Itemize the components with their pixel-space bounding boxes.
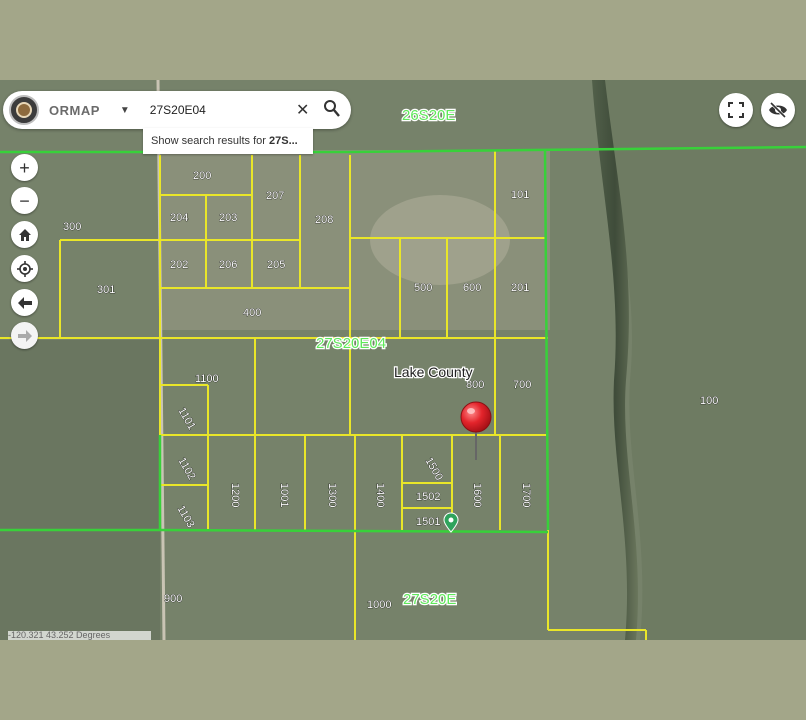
parcel-label-204: 204 [170, 212, 188, 224]
zoom-in-button[interactable]: + [11, 154, 38, 181]
search-icon[interactable] [323, 99, 341, 119]
home-icon [18, 228, 31, 241]
close-icon[interactable]: ✕ [296, 100, 309, 120]
parcel-label-202: 202 [170, 259, 188, 271]
parcel-label-1700: 1700 [520, 483, 532, 507]
ormap-logo-icon[interactable] [9, 95, 39, 125]
caret-down-icon[interactable]: ▼ [120, 105, 130, 116]
parcel-label-206: 206 [219, 259, 237, 271]
back-button[interactable] [11, 289, 38, 316]
parcel-label-207: 207 [266, 190, 284, 202]
brand-name: ORMAP [49, 102, 100, 118]
parcel-label-1100: 1100 [195, 373, 219, 385]
suggestion-query: 27S... [269, 135, 298, 147]
search-input[interactable] [147, 102, 282, 118]
crosshair-icon [16, 260, 33, 277]
home-button[interactable] [11, 221, 38, 248]
parcel-label-203: 203 [219, 212, 237, 224]
parcel-label-1400: 1400 [374, 483, 386, 507]
township-label-27s20e04: 27S20E04 [316, 335, 386, 352]
parcel-label-900: 900 [164, 593, 182, 605]
terrain-playa [370, 195, 510, 285]
parcel-label-1600: 1600 [471, 483, 483, 507]
search-suggestion[interactable]: Show search results for 27S... [143, 128, 313, 154]
coordinate-readout: -120.321 43.252 Degrees [8, 631, 151, 640]
minus-icon: − [19, 190, 30, 211]
arrow-right-icon [17, 329, 32, 342]
parcel-label-700: 700 [513, 379, 531, 391]
arrow-left-icon [17, 296, 32, 309]
suggestion-prefix: Show search results for [151, 135, 269, 147]
township-label-26s20e: 26S20E [402, 107, 455, 124]
parcel-label-208: 208 [315, 214, 333, 226]
plus-icon: + [19, 157, 30, 178]
township-label-27s20e: 27S20E [403, 591, 456, 608]
parcel-label-1300: 1300 [326, 483, 338, 507]
fullscreen-button[interactable] [719, 93, 753, 127]
eye-off-icon [769, 102, 787, 118]
zoom-out-button[interactable]: − [11, 187, 38, 214]
parcel-label-1000: 1000 [367, 599, 391, 611]
parcel-label-1001: 1001 [278, 483, 290, 507]
visibility-button[interactable] [761, 93, 795, 127]
parcel-label-400: 400 [243, 307, 261, 319]
terrain-dark-area [0, 340, 160, 640]
parcel-label-800: 800 [466, 379, 484, 391]
parcel-label-500: 500 [414, 282, 432, 294]
parcel-label-200: 200 [193, 170, 211, 182]
map-view[interactable]: 200 204 203 207 208 101 300 202 206 205 301 400 500 6… [0, 80, 806, 640]
parcel-label-1501: 1501 [416, 516, 440, 528]
search-bar: ORMAP ▼ ✕ [3, 91, 351, 129]
forward-button[interactable] [11, 322, 38, 349]
parcel-label-1200: 1200 [229, 483, 241, 507]
parcel-label-301: 301 [97, 284, 115, 296]
parcel-label-300: 300 [63, 221, 81, 233]
parcel-label-101: 101 [511, 189, 529, 201]
parcel-label-205: 205 [267, 259, 285, 271]
parcel-label-600: 600 [463, 282, 481, 294]
county-label: Lake County [394, 364, 473, 380]
locate-button[interactable] [11, 255, 38, 282]
parcel-label-1502: 1502 [416, 491, 440, 503]
fullscreen-icon [728, 102, 744, 118]
parcel-label-201: 201 [511, 282, 529, 294]
map-canvas: 200 204 203 207 208 101 300 202 206 205 301 400 500 6… [0, 80, 806, 640]
parcel-label-100: 100 [700, 395, 718, 407]
